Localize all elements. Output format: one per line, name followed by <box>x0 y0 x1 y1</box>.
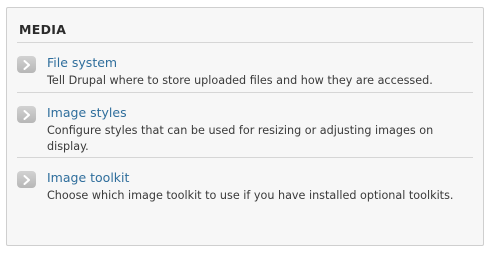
chevron-right-icon[interactable] <box>17 171 36 188</box>
image-toolkit-description: Choose which image toolkit to use if you… <box>47 189 454 202</box>
admin-item-file-system: File system Tell Drupal where to store u… <box>17 43 473 92</box>
media-panel: MEDIA File system Tell Drupal where to s… <box>6 7 484 246</box>
panel-title: MEDIA <box>19 22 67 37</box>
file-system-link[interactable]: File system <box>47 54 117 72</box>
admin-item-image-styles: Image styles Configure styles that can b… <box>17 93 473 157</box>
image-toolkit-link[interactable]: Image toolkit <box>47 169 129 187</box>
chevron-right-icon[interactable] <box>17 106 36 123</box>
chevron-right-icon[interactable] <box>17 56 36 73</box>
image-styles-link[interactable]: Image styles <box>47 104 127 122</box>
file-system-description: Tell Drupal where to store uploaded file… <box>47 74 433 87</box>
admin-item-image-toolkit: Image toolkit Choose which image toolkit… <box>17 158 473 214</box>
image-styles-description: Configure styles that can be used for re… <box>47 124 434 153</box>
